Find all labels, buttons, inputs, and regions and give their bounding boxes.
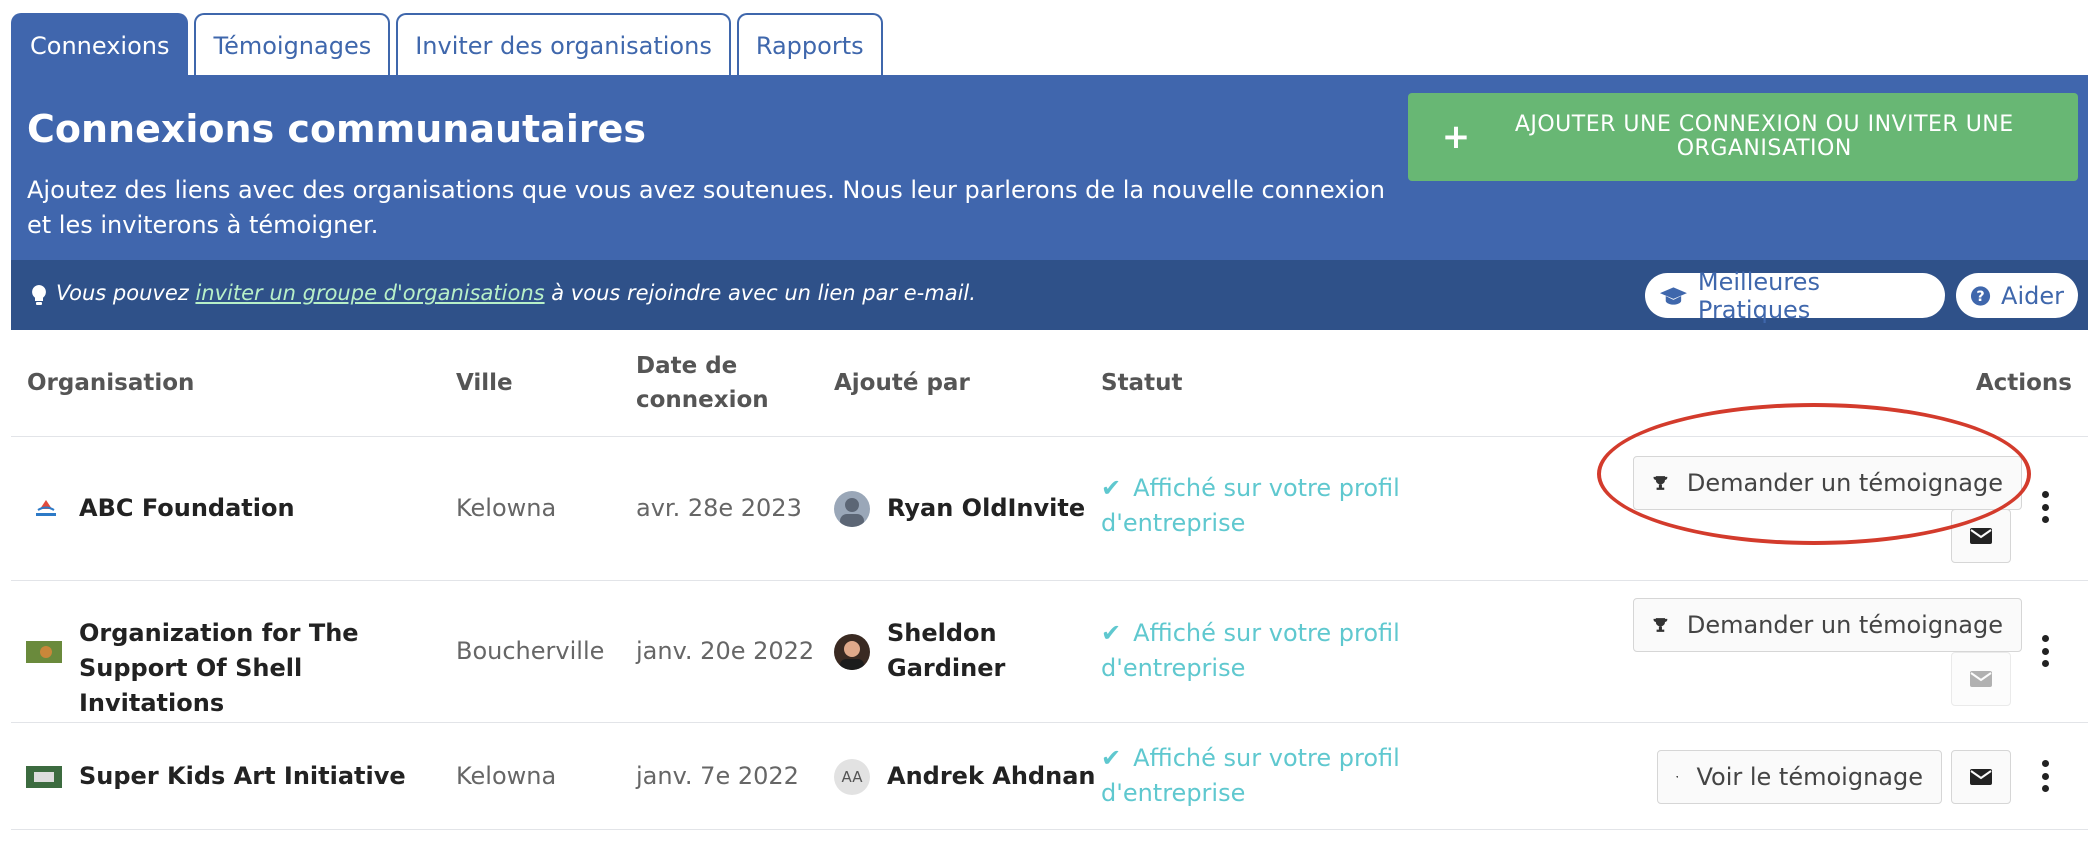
- connection-date: janv. 20e 2022: [636, 637, 815, 665]
- help-label: Aider: [2001, 281, 2064, 310]
- envelope-icon: [1970, 528, 1992, 544]
- plus-icon: +: [1441, 117, 1471, 157]
- view-testimonial-button[interactable]: Voir le témoignage: [1657, 750, 1942, 804]
- column-actions: Actions: [1975, 370, 2072, 396]
- check-icon: ✔: [1101, 474, 1122, 502]
- help-button[interactable]: ? Aider: [1956, 273, 2078, 318]
- more-options-icon[interactable]: [2035, 756, 2055, 796]
- best-practices-button[interactable]: Meilleures Pratiques: [1645, 268, 1945, 324]
- lightbulb-icon: [32, 285, 46, 305]
- tab-bar: Connexions Témoignages Inviter des organ…: [11, 13, 883, 77]
- tab-connexions[interactable]: Connexions: [11, 13, 189, 77]
- view-testimonial-label: Voir le témoignage: [1696, 763, 1923, 791]
- table-row: Organization for The Support Of Shell In…: [11, 581, 2088, 723]
- add-connection-button[interactable]: + Ajouter une connexion ou inviter une o…: [1408, 93, 2078, 181]
- organisation-logo: [26, 766, 62, 788]
- question-circle-icon: ?: [1970, 285, 1991, 306]
- best-practices-label: Meilleures Pratiques: [1697, 267, 1820, 324]
- added-by-name[interactable]: Andrek Ahdnan: [887, 759, 1095, 794]
- column-date[interactable]: Date de connexion: [636, 349, 769, 417]
- request-testimonial-label: Demander un témoignage: [1686, 611, 2003, 639]
- column-ajoute-par[interactable]: Ajouté par: [834, 366, 970, 400]
- envelope-icon: [1970, 769, 1992, 785]
- more-options-icon[interactable]: [2035, 631, 2055, 671]
- header-panel: Connexions communautaires Ajoutez des li…: [11, 75, 2088, 260]
- tab-inviter-organisations[interactable]: Inviter des organisations: [396, 13, 731, 77]
- trophy-icon: [1653, 618, 1668, 632]
- organisation-logo: [26, 641, 62, 663]
- add-connection-label: Ajouter une connexion ou inviter une org…: [1514, 112, 2014, 161]
- svg-text:?: ?: [1976, 288, 1984, 304]
- organisation-name[interactable]: Organization for The Support Of Shell In…: [79, 616, 439, 721]
- city: Kelowna: [456, 494, 557, 522]
- page-description: Ajoutez des liens avec des organisations…: [27, 176, 1385, 239]
- email-button[interactable]: [1951, 750, 2011, 804]
- email-button[interactable]: [1951, 652, 2011, 706]
- organisation-name[interactable]: Super Kids Art Initiative: [79, 759, 406, 794]
- city: Kelowna: [456, 762, 557, 790]
- status-text: ✔ Affiché sur votre profil d'entreprise: [1101, 474, 1400, 537]
- connection-date: janv. 7e 2022: [636, 762, 799, 790]
- envelope-icon: [1970, 671, 1992, 687]
- page-title: Connexions communautaires: [27, 107, 647, 151]
- avatar: [834, 634, 870, 670]
- tip-bar: Vous pouvez inviter un groupe d'organisa…: [11, 260, 2088, 330]
- status-text: ✔ Affiché sur votre profil d'entreprise: [1101, 619, 1400, 682]
- connection-date: avr. 28e 2023: [636, 494, 802, 522]
- status-text: ✔ Affiché sur votre profil d'entreprise: [1101, 744, 1400, 807]
- avatar: AA: [834, 759, 870, 795]
- invite-group-link[interactable]: inviter un groupe d'organisations: [195, 281, 544, 305]
- column-ville[interactable]: Ville: [456, 366, 513, 400]
- tab-rapports[interactable]: Rapports: [736, 13, 883, 77]
- request-testimonial-button[interactable]: Demander un témoignage: [1633, 598, 2022, 652]
- tab-temoignages[interactable]: Témoignages: [194, 13, 391, 77]
- column-statut[interactable]: Statut: [1101, 366, 1182, 400]
- organisation-name[interactable]: ABC Foundation: [79, 491, 295, 526]
- organisation-logo: [36, 500, 56, 516]
- city: Boucherville: [456, 637, 605, 665]
- highlight-annotation: [1597, 403, 2031, 545]
- graduation-cap-icon: [1659, 286, 1687, 305]
- tip-text: Vous pouvez inviter un groupe d'organisa…: [56, 281, 976, 305]
- table-row: Super Kids Art Initiative Kelowna janv. …: [11, 723, 2088, 830]
- column-organisation[interactable]: Organisation: [27, 366, 194, 400]
- added-by-name[interactable]: Sheldon Gardiner: [887, 616, 1037, 686]
- check-icon: ✔: [1101, 619, 1122, 647]
- added-by-name[interactable]: Ryan OldInvite: [887, 491, 1085, 526]
- check-icon: ✔: [1101, 744, 1122, 772]
- avatar: [834, 491, 870, 527]
- trophy-icon: [1676, 775, 1679, 779]
- more-options-icon[interactable]: [2035, 487, 2055, 527]
